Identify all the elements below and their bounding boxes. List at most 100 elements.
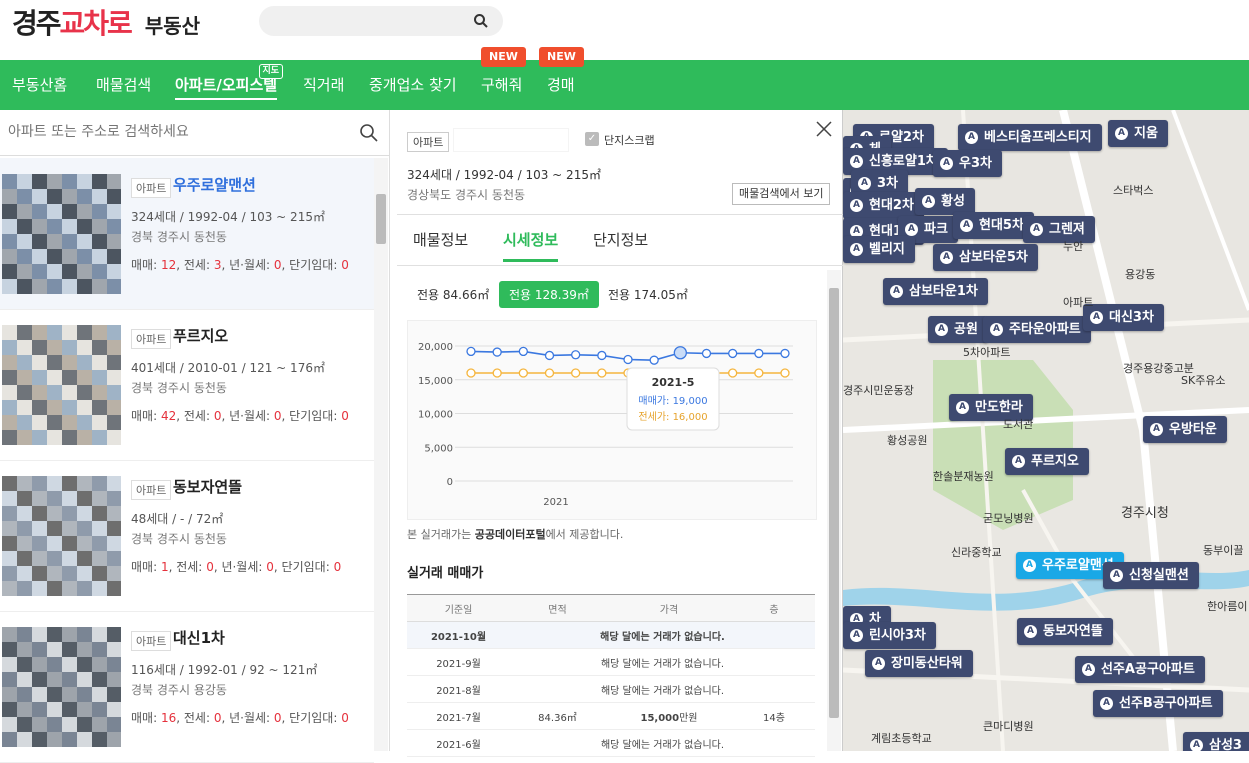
complex-search-input[interactable] <box>0 110 340 154</box>
map-complex-pin[interactable]: A 선주A공구아파트 <box>1075 656 1205 683</box>
map-complex-pin[interactable]: A 신청실맨션 <box>1103 562 1199 589</box>
pin-label: 만도한라 <box>975 400 1023 415</box>
short-count: 0 <box>333 560 342 574</box>
count-label: , 전세: <box>168 560 203 574</box>
tooltip-jeonse: 전세가: 16,000 <box>638 411 707 423</box>
complex-name[interactable]: 우주로얄맨션 <box>173 174 256 195</box>
area-option[interactable]: 전용 84.66㎡ <box>417 286 489 303</box>
search-icon[interactable] <box>359 123 379 143</box>
nav-auction[interactable]: NEW 경매 <box>539 47 584 110</box>
list-scrollbar[interactable] <box>374 158 388 751</box>
map-badge: 지도 <box>258 64 284 79</box>
map-place-label: 5차아파트 <box>963 346 1011 359</box>
map-complex-pin[interactable]: A 지움 <box>1108 120 1168 147</box>
pin-label: 신청실맨션 <box>1129 568 1189 583</box>
complex-address: 경상북도 경주시 동천동 <box>407 188 526 202</box>
apartment-icon: A <box>922 195 935 208</box>
pin-label: 삼보타운1차 <box>909 284 978 299</box>
complex-name[interactable]: 대신1차 <box>173 627 225 648</box>
nav-listing-search[interactable]: 매물검색 <box>96 60 151 110</box>
nav-request[interactable]: NEW 구해줘 <box>481 47 526 110</box>
map-place-label: 용강동 <box>1125 268 1156 281</box>
complex-name[interactable]: 동보자연뜰 <box>173 476 242 497</box>
y-tick-label: 20,000 <box>418 342 453 353</box>
complex-name[interactable]: 푸르지오 <box>173 325 228 346</box>
map-complex-pin[interactable]: A 공원 <box>928 316 988 343</box>
close-icon[interactable] <box>815 120 833 138</box>
map-complex-pin[interactable]: A 삼보타운1차 <box>883 278 988 305</box>
row-no-deal: 해당 달에는 거래가 없습니다. <box>510 675 815 703</box>
note-text: 에서 제공합니다. <box>545 528 624 541</box>
map-complex-pin[interactable]: A 현대2차 <box>843 192 924 219</box>
map-complex-pin[interactable]: A 우3차 <box>933 150 1002 177</box>
pin-label: 삼성3 <box>1209 738 1242 751</box>
tab-listing-info[interactable]: 매물정보 <box>413 229 468 250</box>
count-label: 매매: <box>131 258 158 272</box>
apartment-icon: A <box>1190 739 1203 751</box>
map-complex-pin[interactable]: A 삼성3 <box>1183 732 1249 751</box>
data-point <box>673 346 687 360</box>
map-complex-pin[interactable]: A 린시아3차 <box>843 622 936 649</box>
map-complex-pin[interactable]: A 우방타운 <box>1143 416 1227 443</box>
map-complex-pin[interactable]: A 황성 <box>915 188 975 215</box>
pin-label: 대신3차 <box>1109 310 1154 325</box>
pin-label: 우3차 <box>959 156 992 171</box>
tab-price-info[interactable]: 시세정보 <box>503 229 559 262</box>
apartment-icon: A <box>940 251 953 264</box>
detail-scrollbar[interactable] <box>827 270 841 751</box>
logo-subtitle: 부동산 <box>144 14 201 38</box>
row-date: 2021-9월 <box>407 648 510 676</box>
price-chart: 0 5,000 10,000 15,000 20,000 2021 2021-5 매매가: 1… <box>407 320 817 520</box>
complex-card[interactable]: 아파트 동보자연뜰 48세대 / - / 72㎡ 경북 경주시 동천동 매매: 1, 전… <box>0 460 374 612</box>
site-logo[interactable]: 경주교차로 부동산 <box>12 2 200 42</box>
complex-info: 401세대 / 2010-01 / 121 ~ 176㎡ <box>131 361 325 375</box>
map-complex-pin[interactable]: A 현대5차 <box>953 212 1034 239</box>
data-point <box>754 368 764 378</box>
count-label: , 단기임대: <box>273 560 330 574</box>
map-complex-pin[interactable]: A 주타운아파트 <box>983 316 1091 343</box>
pin-label: 동보자연뜰 <box>1043 624 1103 639</box>
map-complex-pin[interactable]: A 푸르지오 <box>1005 448 1089 475</box>
complex-card[interactable]: 아파트 푸르지오 401세대 / 2010-01 / 121 ~ 176㎡ 경북 경주… <box>0 309 374 461</box>
scrap-checkbox[interactable]: ✓ <box>585 132 599 146</box>
count-label: , 년·월세: <box>221 258 271 272</box>
map-complex-pin[interactable]: A 삼보타운5차 <box>933 244 1038 271</box>
apartment-icon: A <box>890 285 903 298</box>
pin-label: 현대2차 <box>869 198 914 213</box>
monthly-count: 0 <box>266 560 274 574</box>
map-complex-pin[interactable]: A 벨리지 <box>843 236 915 263</box>
map-place-label: SK주유소 <box>1181 374 1226 387</box>
apartment-icon: A <box>850 155 863 168</box>
nav-home[interactable]: 부동산홈 <box>12 60 67 110</box>
row-date: 2021-8월 <box>407 675 510 703</box>
count-label: 매매: <box>131 560 158 574</box>
complex-address: 경북 경주시 동천동 <box>131 230 227 244</box>
map-place-label: 동부이끌 <box>1203 544 1244 557</box>
map-complex-pin[interactable]: A 동보자연뜰 <box>1017 618 1113 645</box>
search-icon[interactable] <box>473 13 489 29</box>
nav-direct-deal[interactable]: 직거래 <box>303 60 344 110</box>
map-complex-pin[interactable]: A 장미동산타워 <box>865 650 973 677</box>
nav-agency-search[interactable]: 중개업소 찾기 <box>369 60 457 110</box>
nav-apartment[interactable]: 아파트/오피스텔 지도 <box>175 60 284 110</box>
apartment-icon: A <box>905 223 918 236</box>
map-complex-pin[interactable]: A 그렌져 <box>1023 216 1095 243</box>
map-complex-pin[interactable]: A 대신3차 <box>1083 304 1164 331</box>
map-complex-pin[interactable]: A 베스티움프레스티지 <box>958 124 1102 151</box>
map-view[interactable]: A로얄2차A베스티움프레스티지A지움A체A신흥로얄1차A우3차A차A3차A현대2… <box>843 110 1249 751</box>
area-option-selected[interactable]: 전용 128.39㎡ <box>499 281 599 308</box>
nav-auction-label: 경매 <box>547 76 575 94</box>
area-option[interactable]: 전용 174.05㎡ <box>608 286 688 303</box>
table-row: 2021-7월 84.36㎡ 15,000만원 14층 <box>407 702 815 730</box>
tab-complex-info[interactable]: 단지정보 <box>593 229 648 250</box>
apartment-icon: A <box>1023 559 1036 572</box>
logo-text-b: 교차로 <box>59 7 133 40</box>
map-complex-pin[interactable]: A 선주B공구아파트 <box>1093 690 1223 717</box>
view-in-search-button[interactable]: 매물검색에서 보기 <box>732 183 831 205</box>
global-search-input[interactable] <box>259 6 503 36</box>
y-tick-label: 0 <box>447 477 453 488</box>
listing-counts: 매매: 1, 전세: 0, 년·월세: 0, 단기임대: 0 <box>131 558 341 575</box>
complex-card[interactable]: 아파트 우주로얄맨션 324세대 / 1992-04 / 103 ~ 215㎡ 경북 … <box>0 158 374 310</box>
complex-card[interactable]: 아파트 대신1차 116세대 / 1992-01 / 92 ~ 121㎡ 경북 경주시… <box>0 611 374 763</box>
type-tag: 아파트 <box>131 631 172 651</box>
